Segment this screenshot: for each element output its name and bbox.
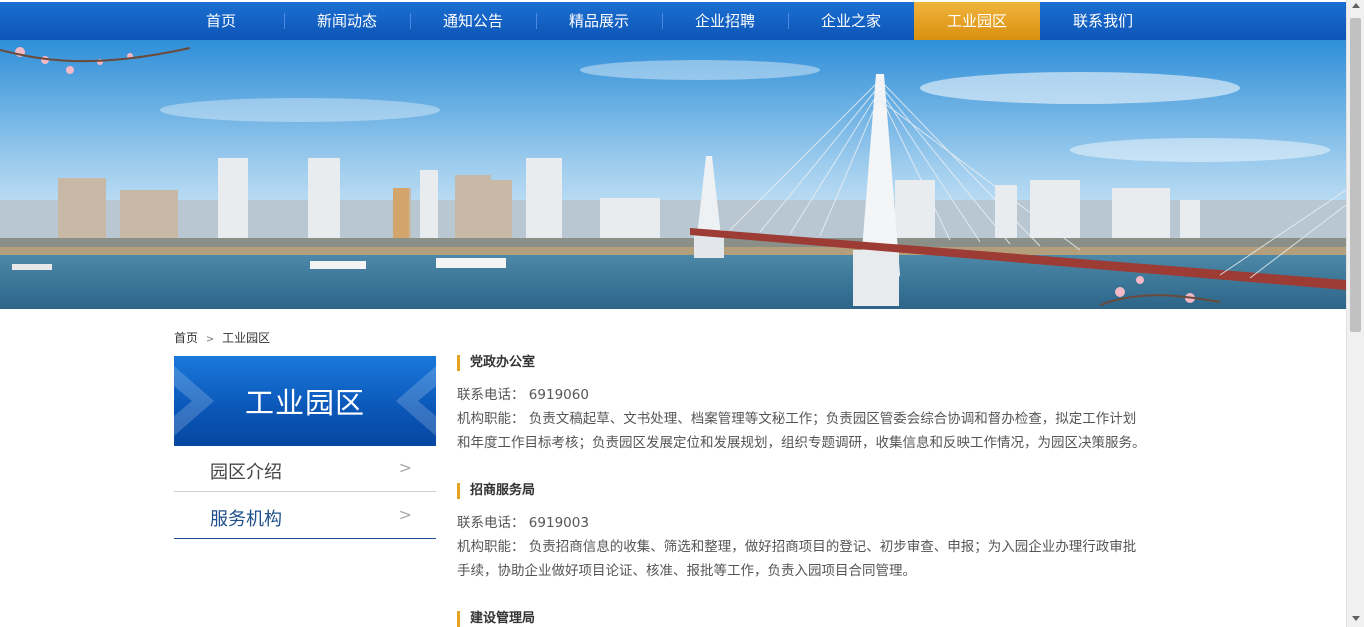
sidebar-item-park-intro[interactable]: 园区介绍 > xyxy=(174,446,436,492)
phone-line: 联系电话： 6919003 xyxy=(457,511,1177,535)
phone-line: 联系电话： 6919060 xyxy=(457,383,1177,407)
top-navigation: 首页 新闻动态 通知公告 精品展示 企业招聘 企业之家 工业园区 联系我们 xyxy=(0,0,1346,40)
duty-label: 机构职能： xyxy=(457,539,525,555)
duty-line: 机构职能： 负责文稿起草、文书处理、档案管理等文秘工作；负责园区管委会综合协调和… xyxy=(457,407,1177,431)
scroll-down-icon[interactable] xyxy=(1352,616,1360,621)
nav-item-enterprise-home[interactable]: 企业之家 xyxy=(788,2,914,40)
phone-label: 联系电话： xyxy=(457,387,525,403)
agency-section: 党政办公室 联系电话： 6919060 机构职能： 负责文稿起草、文书处理、档案… xyxy=(457,355,1177,455)
duty-text-continued: 手续，协助企业做好项目论证、核准、报批等工作，负责入园项目合同管理。 xyxy=(457,563,916,579)
duty-text-continued: 和年度工作目标考核；负责园区发展定位和发展规划，组织专题调研，收集信息和反映工作… xyxy=(457,435,1146,451)
duty-text: 负责招商信息的收集、筛选和整理，做好招商项目的登记、初步审查、申报；为入园企业办… xyxy=(528,539,1137,555)
nav-item-news[interactable]: 新闻动态 xyxy=(284,2,410,40)
sidebar-item-label: 园区介绍 xyxy=(210,462,282,483)
duty-label: 机构职能： xyxy=(457,411,525,427)
nav-item-contact[interactable]: 联系我们 xyxy=(1040,2,1166,40)
duty-line: 机构职能： 负责招商信息的收集、筛选和整理，做好招商项目的登记、初步审查、申报；… xyxy=(457,535,1177,559)
breadcrumb-current[interactable]: 工业园区 xyxy=(222,331,270,345)
nav-item-notices[interactable]: 通知公告 xyxy=(410,2,536,40)
breadcrumb-separator: > xyxy=(205,334,215,345)
agency-section: 招商服务局 联系电话： 6919003 机构职能： 负责招商信息的收集、筛选和整… xyxy=(457,483,1177,583)
phone-number: 6919060 xyxy=(528,387,589,403)
phone-label: 联系电话： xyxy=(457,515,525,531)
phone-number: 6919003 xyxy=(528,515,589,531)
agency-section: 建设管理局 xyxy=(457,611,1177,627)
scrollbar-thumb[interactable] xyxy=(1350,18,1361,332)
banner-image xyxy=(0,40,1346,309)
chevron-right-icon: > xyxy=(398,458,412,477)
breadcrumb-home-link[interactable]: 首页 xyxy=(174,331,198,345)
duty-text: 负责文稿起草、文书处理、档案管理等文秘工作；负责园区管委会综合协调和督办检查，拟… xyxy=(528,411,1137,427)
nav-item-showcase[interactable]: 精品展示 xyxy=(536,2,662,40)
section-title: 建设管理局 xyxy=(457,611,1177,627)
section-title: 党政办公室 xyxy=(457,355,1177,371)
sidebar-title: 工业园区 xyxy=(244,386,365,420)
sidebar-item-service-agencies[interactable]: 服务机构 > xyxy=(174,493,436,539)
scroll-up-icon[interactable] xyxy=(1352,3,1360,8)
sidebar-item-label: 服务机构 xyxy=(210,509,282,530)
section-title: 招商服务局 xyxy=(457,483,1177,499)
nav-item-home[interactable]: 首页 xyxy=(158,2,284,40)
sidebar-header: 工业园区 xyxy=(174,356,436,446)
nav-item-industrial-park[interactable]: 工业园区 xyxy=(914,2,1040,40)
breadcrumb: 首页 > 工业园区 xyxy=(174,329,270,346)
nav-item-recruitment[interactable]: 企业招聘 xyxy=(662,2,788,40)
main-content: 党政办公室 联系电话： 6919060 机构职能： 负责文稿起草、文书处理、档案… xyxy=(457,352,1177,627)
vertical-scrollbar[interactable] xyxy=(1346,0,1364,627)
cityscape-bridge-illustration xyxy=(0,40,1346,309)
chevron-right-icon: > xyxy=(398,505,412,524)
